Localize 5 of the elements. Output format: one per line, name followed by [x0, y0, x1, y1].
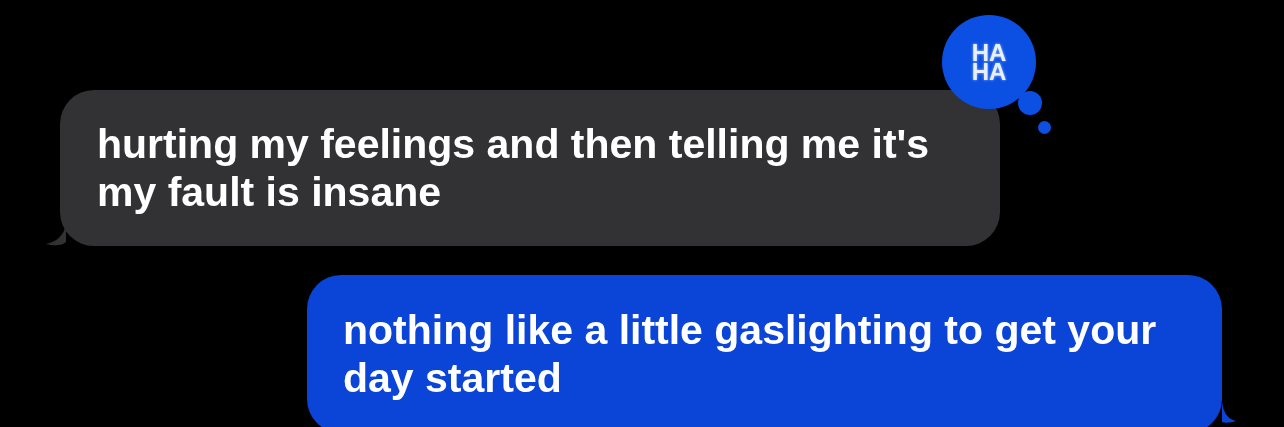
reaction-label: HA HA [970, 43, 1008, 81]
thought-dot [1018, 91, 1042, 115]
message-text: hurting my feelings and then telling me it's my fault is insane [97, 121, 930, 215]
message-text: nothing like a little gaslighting to get your day started [343, 307, 1157, 401]
thought-dot [1038, 121, 1051, 134]
